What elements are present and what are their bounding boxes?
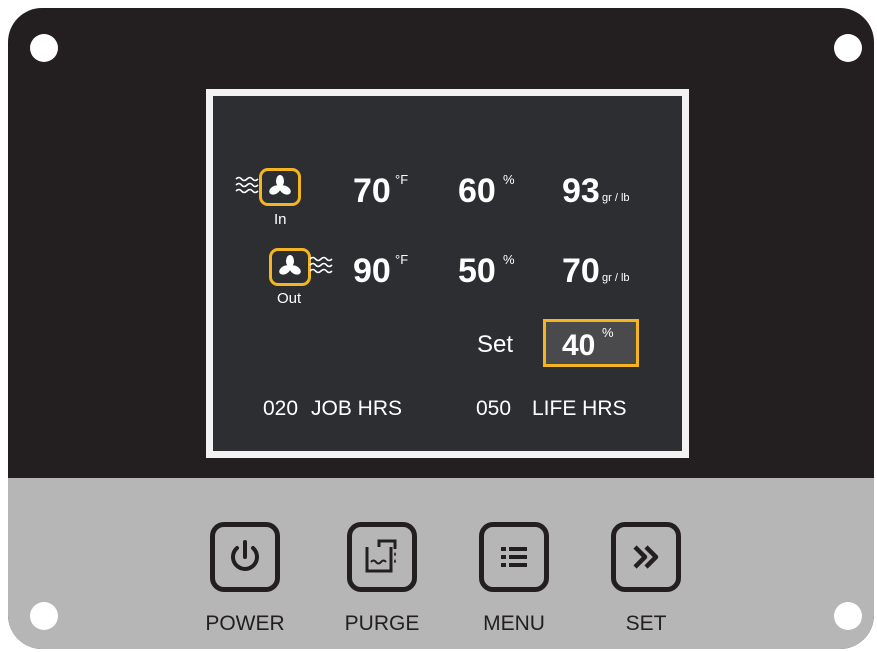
setpoint-value: 40 <box>562 329 596 362</box>
job-hours-label: JOB HRS <box>311 397 403 420</box>
inlet-humidity: 60 <box>458 172 496 210</box>
menu-button-label: MENU <box>483 612 545 635</box>
menu-list-icon <box>501 547 527 567</box>
inlet-grains-unit: gr / lb <box>602 192 630 204</box>
fan-icon <box>279 255 301 275</box>
mounting-hole-bottom-left <box>30 602 58 630</box>
inlet-fan-indicator <box>259 168 301 206</box>
outlet-temperature: 90 <box>353 252 391 290</box>
power-button[interactable] <box>210 522 280 592</box>
power-button-label: POWER <box>205 612 285 635</box>
inlet-temperature-unit: °F <box>395 172 409 187</box>
set-button[interactable] <box>611 522 681 592</box>
control-panel: In 70 °F 60 % 93 gr / lb Out 90 °F 50 % … <box>8 8 874 649</box>
menu-button[interactable] <box>479 522 549 592</box>
setpoint-unit: % <box>602 325 614 340</box>
set-button-label: SET <box>625 612 667 635</box>
inlet-grains: 93 <box>562 172 600 210</box>
inlet-label: In <box>274 211 287 228</box>
airflow-waves-icon <box>309 256 333 274</box>
display-bezel: In 70 °F 60 % 93 gr / lb Out 90 °F 50 % … <box>206 89 689 458</box>
outlet-temperature-unit: °F <box>395 252 409 267</box>
mounting-hole-top-right <box>834 34 862 62</box>
life-hours-label: LIFE HRS <box>532 397 627 420</box>
outlet-fan-indicator <box>269 248 311 286</box>
double-chevron-right-icon <box>633 545 659 569</box>
purge-button-label: PURGE <box>344 612 420 635</box>
purge-tank-icon <box>365 539 397 573</box>
setpoint-label: Set <box>477 331 514 358</box>
airflow-waves-icon <box>235 176 259 194</box>
mounting-hole-bottom-right <box>834 602 862 630</box>
job-hours-value: 020 <box>263 397 299 420</box>
display-screen: In 70 °F 60 % 93 gr / lb Out 90 °F 50 % … <box>213 96 682 451</box>
inlet-temperature: 70 <box>353 172 391 210</box>
outlet-grains-unit: gr / lb <box>602 272 630 284</box>
purge-button[interactable] <box>347 522 417 592</box>
mounting-hole-top-left <box>30 34 58 62</box>
fan-icon <box>269 175 291 195</box>
inlet-humidity-unit: % <box>503 172 515 187</box>
setpoint-field[interactable]: 40 % <box>543 319 639 367</box>
outlet-humidity: 50 <box>458 252 496 290</box>
outlet-humidity-unit: % <box>503 252 515 267</box>
life-hours-value: 050 <box>476 397 512 420</box>
outlet-label: Out <box>277 290 302 307</box>
power-icon <box>231 540 259 571</box>
outlet-grains: 70 <box>562 252 600 290</box>
